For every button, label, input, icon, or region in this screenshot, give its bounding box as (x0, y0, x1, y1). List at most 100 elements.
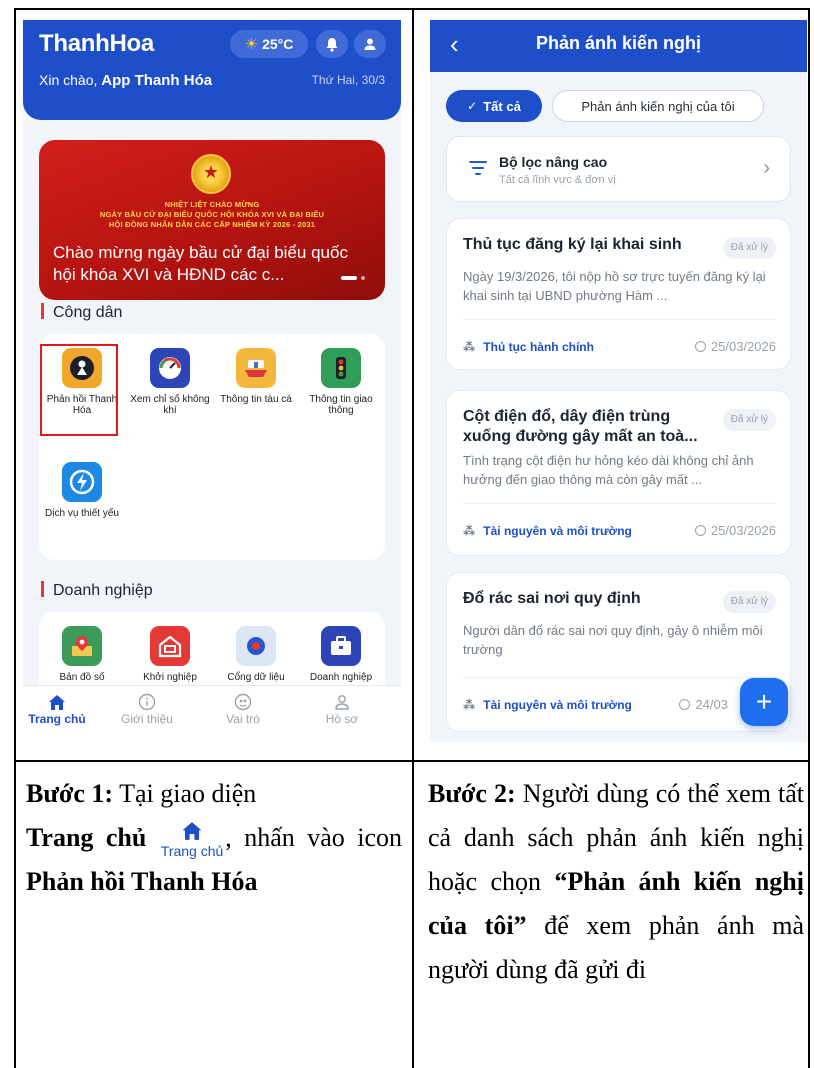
card-divider (463, 319, 776, 320)
clock-icon (694, 341, 706, 352)
profile-icon (335, 695, 349, 710)
card-date: 25/03/2026 (694, 523, 776, 538)
feedback-header: ‹ Phản ánh kiến nghị (430, 20, 807, 72)
home-icon (49, 694, 65, 710)
notification-button[interactable] (316, 30, 348, 58)
card-description: Người dân đổ rác sai nơi quy định, gây ô… (463, 623, 763, 657)
nav-gioi-thieu[interactable]: Giới thiệu (107, 692, 187, 726)
section-business-title: Doanh nghiệp (41, 581, 153, 600)
check-icon: ✓ (467, 99, 478, 113)
tile-thong-tin-giao-thong[interactable]: Thông tin giao thông (301, 348, 381, 416)
home-screen: ThanhHoa ☀ 25°C Xin chào, App Thanh Hóa … (23, 20, 401, 745)
event-banner[interactable]: NHIỆT LIỆT CHÀO MỪNG NGÀY BẦU CỬ ĐẠI BIỂ… (39, 140, 385, 300)
tile-label: Khởi nghiệp (143, 672, 197, 683)
card-title: Thủ tục đăng ký lại khai sinh (463, 236, 682, 253)
greeting: Xin chào, App Thanh Hóa (39, 72, 212, 89)
section-citizen-label: Công dân (53, 304, 123, 321)
banner-dot-active (341, 276, 357, 280)
tile-khoi-nghiep[interactable]: Khởi nghiệp (130, 626, 210, 683)
category-label: Thủ tục hành chính (483, 340, 594, 354)
section-citizen-title: Công dân (41, 303, 122, 322)
step1-target: Phản hồi Thanh Hóa (26, 867, 258, 896)
add-feedback-button[interactable]: + (740, 678, 788, 726)
section-accent-bar (41, 303, 44, 319)
date-label: 24/03 (695, 697, 728, 712)
greeting-name: App Thanh Hóa (101, 72, 213, 89)
advanced-filter[interactable]: Bộ lọc nâng cao Tất cả lĩnh vực & đơn vị… (446, 136, 791, 202)
tile-doanh-nghiep[interactable]: Doanh nghiệp (301, 626, 381, 683)
status-badge: Đã xử lý (722, 591, 776, 613)
tile-cong-du-lieu[interactable]: Cổng dữ liệu (216, 626, 296, 683)
nav-vai-tro[interactable]: Vai trò (203, 692, 283, 726)
chevron-right-icon: › (763, 157, 770, 179)
nav-ho-so[interactable]: Hồ sơ (302, 692, 382, 726)
tile-thong-tin-tau-ca[interactable]: Thông tin tàu cá (216, 348, 296, 405)
home-icon (182, 822, 202, 840)
step1-caption: Bước 1: Tại giao diện Trang chủ Trang ch… (26, 772, 402, 904)
tile-xem-chi-so-khong-khi[interactable]: Xem chỉ số không khí (130, 348, 210, 416)
table-border-left (14, 8, 16, 1068)
filter-chip-all[interactable]: ✓ Tất cả (446, 90, 542, 122)
step2-caption: Bước 2: Người dùng có thể xem tất cả dan… (428, 772, 804, 992)
briefcase-icon (321, 626, 361, 666)
feedback-card[interactable]: Thủ tục đăng ký lại khai sinh Đã xử lý N… (446, 218, 791, 370)
card-description: Ngày 19/3/2026, tôi nộp hồ sơ trực tuyến… (463, 269, 766, 303)
tile-label: Bản đồ số (59, 672, 105, 683)
user-icon (364, 38, 376, 50)
filter-icon (469, 161, 487, 179)
tile-label: Dịch vụ thiết yếu (45, 508, 119, 519)
category-label: Tài nguyên và môi trường (483, 698, 632, 712)
filter-chip-mine[interactable]: Phản ánh kiến nghị của tôi (552, 90, 764, 122)
banner-pagination (341, 276, 365, 280)
home-header: ThanhHoa ☀ 25°C Xin chào, App Thanh Hóa … (23, 20, 401, 120)
card-title: Cột điện đổ, dây điện trùng xuống đường … (463, 408, 698, 445)
nav-label: Hồ sơ (325, 712, 359, 726)
table-border-middle (412, 8, 414, 1068)
inline-home-tab: Trang chủ (161, 821, 223, 859)
weather-badge[interactable]: ☀ 25°C (230, 30, 308, 58)
fishing-boat-icon (236, 348, 276, 388)
tile-label: Doanh nghiệp (309, 672, 373, 683)
category-icon: ⁂ (463, 524, 476, 538)
step1-text: , nhấn vào icon (225, 823, 402, 852)
card-category: ⁂ Thủ tục hành chính (463, 340, 594, 354)
nav-trang-chu[interactable]: Trang chủ (23, 692, 97, 726)
card-title: Đổ rác sai nơi quy định (463, 590, 641, 607)
bottom-navigation: Trang chủ Giới thiệu Vai trò Hồ sơ (23, 685, 401, 745)
chip-label: Tất cả (483, 98, 521, 114)
clock-icon (694, 525, 706, 536)
status-badge: Đã xử lý (722, 409, 776, 431)
table-border-right (808, 8, 810, 1068)
filter-subtitle: Tất cả lĩnh vực & đơn vị (499, 174, 616, 186)
table-border-divider (14, 760, 810, 762)
tile-ban-do-so[interactable]: Bản đồ số (42, 626, 122, 683)
tile-label: Thông tin giao thông (309, 394, 373, 416)
tile-label: Cổng dữ liệu (227, 672, 285, 683)
banner-dot (361, 276, 365, 280)
sun-icon: ☀ (244, 36, 259, 53)
feedback-list-screen: ‹ Phản ánh kiến nghị ✓ Tất cả Phản ánh k… (430, 20, 807, 742)
card-description: Tình trạng cột điện hư hỏng kéo dài khôn… (463, 453, 754, 487)
tile-label: Thông tin tàu cá (220, 394, 292, 405)
info-icon (138, 693, 156, 711)
tile-label: Xem chỉ số không khí (130, 394, 210, 416)
card-category: ⁂ Tài nguyên và môi trường (463, 524, 632, 538)
highlight-box (40, 344, 118, 436)
step2-label: Bước 2: (428, 779, 516, 808)
plus-icon: + (755, 686, 773, 717)
card-date: 24/03 (679, 697, 728, 712)
air-gauge-icon (150, 348, 190, 388)
section-business-label: Doanh nghiệp (53, 582, 153, 599)
banner-header-line: NHIỆT LIỆT CHÀO MỪNG (164, 200, 260, 209)
nav-label: Trang chủ (28, 712, 86, 726)
step1-label: Bước 1: (26, 779, 114, 808)
account-button[interactable] (354, 30, 386, 58)
section-accent-bar (41, 581, 44, 597)
chip-label: Phản ánh kiến nghị của tôi (581, 98, 735, 114)
tile-dich-vu-thiet-yeu[interactable]: Dịch vụ thiết yếu (42, 462, 122, 519)
greeting-prefix: Xin chào, (39, 72, 98, 88)
feedback-card[interactable]: Cột điện đổ, dây điện trùng xuống đường … (446, 390, 791, 556)
traffic-light-icon (321, 348, 361, 388)
current-date: Thứ Hai, 30/3 (311, 73, 385, 87)
nav-label: Vai trò (226, 712, 260, 726)
